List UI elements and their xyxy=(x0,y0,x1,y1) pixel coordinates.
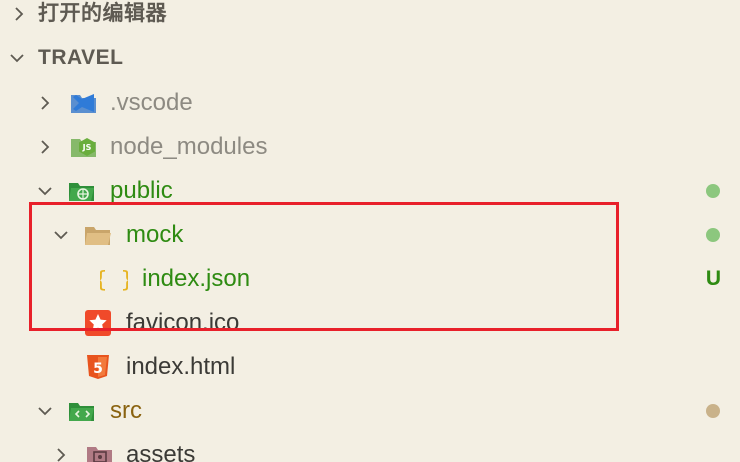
git-untracked-status: U xyxy=(705,267,721,290)
chevron-down-icon[interactable] xyxy=(6,47,28,69)
tree-item-vscode[interactable]: .vscode xyxy=(0,81,740,125)
vscode-folder-icon xyxy=(70,89,98,117)
tree-item-label: .vscode xyxy=(110,89,193,116)
git-modified-dot xyxy=(706,404,720,418)
json-braces-icon: { } xyxy=(100,265,128,293)
assets-folder-icon xyxy=(86,441,114,462)
tree-item-label: src xyxy=(110,397,142,424)
svg-text:5: 5 xyxy=(93,361,103,377)
svg-text:{ }: { } xyxy=(100,268,128,293)
tree-item-label: public xyxy=(110,177,173,204)
folder-open-icon xyxy=(84,221,112,249)
file-explorer: 打开的编辑器 TRAVEL .vscode JS node_modules pu… xyxy=(0,0,740,462)
favicon-star-icon xyxy=(84,309,112,337)
chevron-down-icon[interactable] xyxy=(34,400,56,422)
tree-item-label: assets xyxy=(126,441,196,462)
tree-item-label: index.json xyxy=(142,265,251,292)
tree-item-label: node_modules xyxy=(110,133,268,160)
git-modified-dot xyxy=(706,184,720,198)
open-editors-label: 打开的编辑器 xyxy=(38,2,167,25)
chevron-down-icon[interactable] xyxy=(50,224,72,246)
chevron-right-icon[interactable] xyxy=(50,444,72,462)
project-label: TRAVEL xyxy=(38,46,124,69)
nodejs-folder-icon: JS xyxy=(70,133,98,161)
tree-item-favicon[interactable]: favicon.ico xyxy=(0,301,740,345)
tree-item-mock[interactable]: mock xyxy=(0,213,740,257)
tree-item-index-html[interactable]: 5 index.html xyxy=(0,345,740,389)
tree-item-node-modules[interactable]: JS node_modules xyxy=(0,125,740,169)
public-folder-icon xyxy=(68,177,96,205)
project-header[interactable]: TRAVEL xyxy=(0,36,740,80)
git-modified-dot xyxy=(706,228,720,242)
tree-item-src[interactable]: src xyxy=(0,389,740,433)
tree-item-label: index.html xyxy=(126,353,236,380)
src-folder-icon xyxy=(68,397,96,425)
tree-item-label: favicon.ico xyxy=(126,309,240,336)
chevron-right-icon[interactable] xyxy=(8,3,30,25)
html5-icon: 5 xyxy=(84,353,112,381)
open-editors-header[interactable]: 打开的编辑器 xyxy=(0,0,740,36)
chevron-right-icon[interactable] xyxy=(34,92,56,114)
tree-item-index-json[interactable]: { } index.json U xyxy=(0,257,740,301)
tree-item-label: mock xyxy=(126,221,184,248)
tree-item-assets[interactable]: assets xyxy=(0,433,740,462)
svg-text:JS: JS xyxy=(82,143,92,152)
chevron-down-icon[interactable] xyxy=(34,180,56,202)
tree-item-public[interactable]: public xyxy=(0,169,740,213)
chevron-right-icon[interactable] xyxy=(34,136,56,158)
